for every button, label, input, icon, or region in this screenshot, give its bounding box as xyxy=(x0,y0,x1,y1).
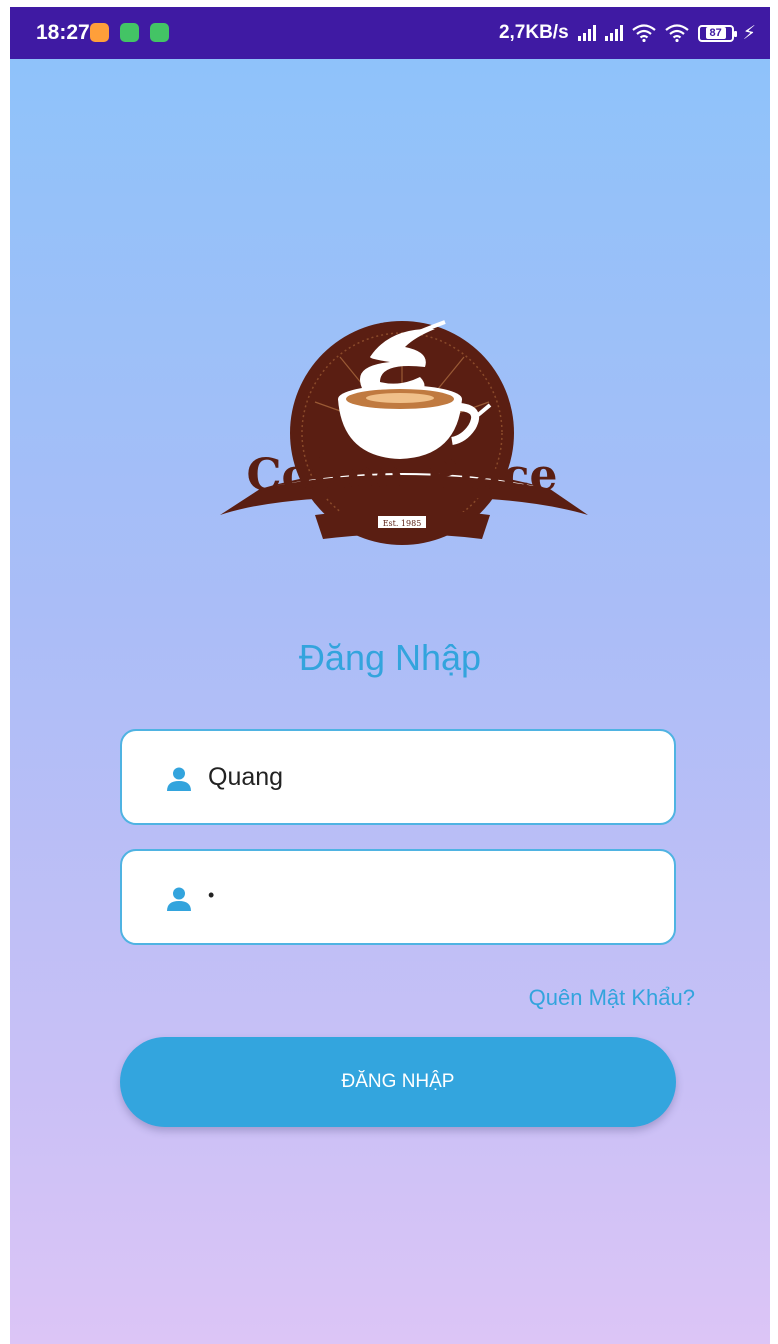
notification-icon xyxy=(120,23,139,42)
notification-icon xyxy=(150,23,169,42)
coffee-place-logo: Coffee Place Est. 1985 xyxy=(220,320,588,545)
logo-established: Est. 1985 xyxy=(383,519,422,528)
status-bar: 18:27 2,7KB/s 87 ⚡ xyxy=(10,7,770,59)
login-title: Đăng Nhập xyxy=(298,637,482,678)
wifi-icon xyxy=(664,24,689,42)
forgot-password-link[interactable]: Quên Mật Khẩu? xyxy=(529,985,695,1011)
battery-level: 87 xyxy=(705,27,726,39)
svg-text:Coffee Place: Coffee Place xyxy=(247,450,558,501)
username-value[interactable]: Quang xyxy=(208,763,283,792)
signal-icon xyxy=(604,25,623,41)
logo-brand-word: Place xyxy=(424,450,557,501)
status-indicators: 2,7KB/s 87 ⚡ xyxy=(499,21,756,45)
login-button-label: ĐĂNG NHẬP xyxy=(341,1071,455,1092)
network-speed: 2,7KB/s xyxy=(498,22,569,43)
password-field[interactable]: • xyxy=(120,849,676,945)
username-field[interactable]: Quang xyxy=(120,729,676,825)
battery-icon: 87 xyxy=(697,24,737,42)
password-value[interactable]: • xyxy=(208,885,214,906)
person-icon xyxy=(167,767,191,791)
signal-icon xyxy=(577,25,596,41)
notification-icon xyxy=(90,23,109,42)
wifi-icon xyxy=(631,24,656,42)
login-button[interactable]: ĐĂNG NHẬP xyxy=(120,1037,676,1127)
status-time: 18:27 xyxy=(36,21,90,44)
app-screen: 18:27 2,7KB/s 87 ⚡ Coffee Place Est. 198… xyxy=(10,7,770,1344)
logo-brand-word: Coffee xyxy=(247,450,403,501)
person-icon xyxy=(167,887,191,911)
charging-icon: ⚡ xyxy=(742,22,756,44)
